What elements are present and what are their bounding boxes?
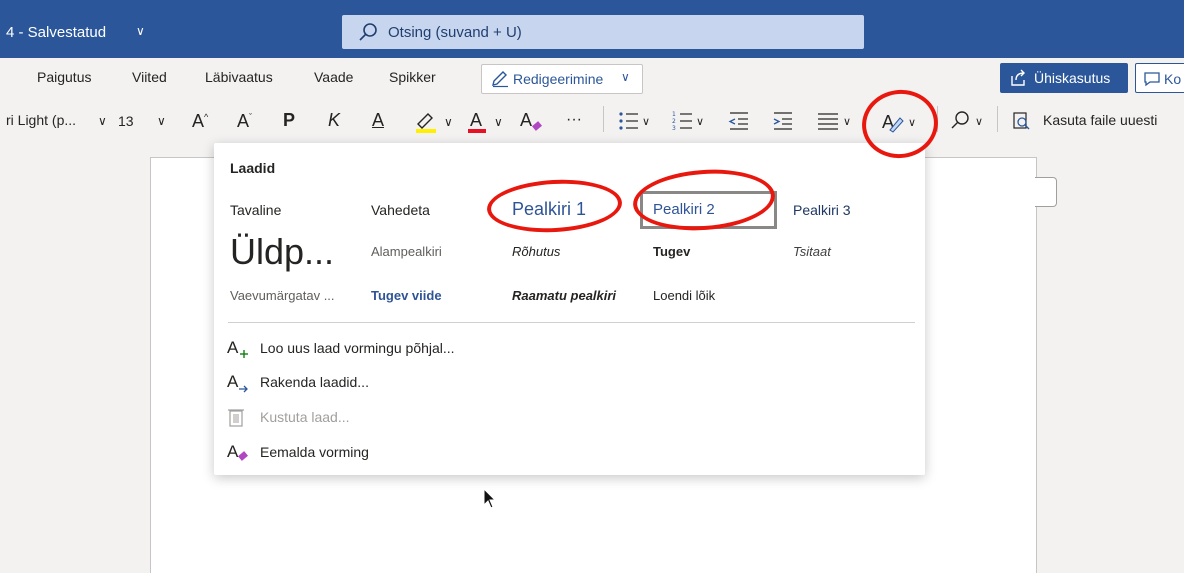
tab-help[interactable]: Spikker bbox=[389, 69, 436, 85]
svg-text:A: A bbox=[227, 442, 239, 461]
numbering-icon[interactable]: 123 ∨ bbox=[672, 110, 706, 132]
create-style-label: Loo uus laad vormingu põhjal... bbox=[260, 340, 455, 356]
toolbar-divider bbox=[997, 106, 998, 132]
svg-text:∨: ∨ bbox=[494, 115, 503, 129]
delete-style-label: Kustuta laad... bbox=[260, 409, 350, 425]
search-icon bbox=[359, 23, 377, 41]
tab-review[interactable]: Läbivaatus bbox=[205, 69, 273, 85]
svg-text:3: 3 bbox=[672, 125, 676, 132]
font-size-select[interactable]: 13 bbox=[118, 114, 134, 128]
underline-button[interactable]: A bbox=[372, 111, 384, 129]
title-bar: 4 - Salvestatud ∨ Otsing (suvand + U) bbox=[0, 0, 1184, 58]
style-no-spacing[interactable]: Vahedeta bbox=[371, 202, 430, 218]
new-style-icon: A bbox=[227, 338, 248, 358]
style-heading-3[interactable]: Pealkiri 3 bbox=[793, 202, 851, 218]
bullets-icon[interactable]: ∨ bbox=[618, 110, 652, 132]
panel-divider bbox=[228, 322, 915, 323]
chevron-down-icon[interactable]: ∨ bbox=[136, 24, 145, 38]
svg-text:1: 1 bbox=[672, 111, 676, 118]
search-box[interactable]: Otsing (suvand + U) bbox=[342, 15, 864, 49]
style-subtle-reference[interactable]: Vaevumärgatav ... bbox=[230, 288, 335, 303]
share-button[interactable]: Ühiskasutus bbox=[1000, 63, 1128, 93]
styles-icon[interactable]: A ∨ bbox=[880, 108, 924, 134]
highlight-icon[interactable]: ∨ bbox=[414, 108, 460, 134]
trash-icon bbox=[228, 409, 244, 427]
font-color-icon[interactable]: A ∨ bbox=[466, 108, 512, 134]
svg-text:A: A bbox=[520, 110, 532, 130]
style-emphasis[interactable]: Rõhutus bbox=[512, 244, 560, 259]
toolbar-divider bbox=[603, 106, 604, 132]
style-subtitle[interactable]: Alampealkiri bbox=[371, 244, 442, 259]
styles-dropdown: Laadid Tavaline Vahedeta Pealkiri 1 Peal… bbox=[214, 143, 925, 475]
svg-text:∨: ∨ bbox=[444, 115, 453, 129]
style-heading-2[interactable]: Pealkiri 2 bbox=[653, 201, 715, 218]
svg-text:A: A bbox=[227, 338, 239, 357]
style-book-title[interactable]: Raamatu pealkiri bbox=[512, 288, 616, 303]
clear-formatting-icon[interactable]: A bbox=[518, 108, 548, 134]
search-placeholder: Otsing (suvand + U) bbox=[388, 24, 522, 41]
pencil-icon bbox=[492, 71, 508, 88]
more-options-button[interactable]: ··· bbox=[566, 112, 582, 128]
increase-indent-icon[interactable] bbox=[772, 110, 794, 132]
share-icon bbox=[1011, 69, 1025, 86]
grow-font-icon[interactable]: A^ bbox=[192, 112, 208, 130]
reuse-files-button[interactable]: Kasuta faile uuesti bbox=[1043, 112, 1157, 128]
find-icon[interactable]: ∨ bbox=[948, 108, 988, 132]
style-normal[interactable]: Tavaline bbox=[230, 202, 281, 218]
share-label: Ühiskasutus bbox=[1034, 70, 1111, 86]
editing-mode-button[interactable]: Redigeerimine ∨ bbox=[481, 64, 643, 94]
decrease-indent-icon[interactable] bbox=[728, 110, 750, 132]
style-quote[interactable]: Tsitaat bbox=[793, 244, 831, 259]
mouse-cursor-icon bbox=[483, 488, 497, 509]
svg-text:2: 2 bbox=[672, 118, 676, 125]
toolbar-divider bbox=[937, 106, 938, 132]
clear-formatting-icon: A bbox=[227, 442, 248, 461]
comments-label: Ko bbox=[1164, 71, 1182, 87]
svg-text:∨: ∨ bbox=[975, 115, 983, 128]
apply-styles-item[interactable]: A Rakenda laadid... bbox=[226, 369, 626, 395]
create-style-item[interactable]: A Loo uus laad vormingu põhjal... bbox=[226, 335, 626, 361]
chevron-down-icon[interactable]: ∨ bbox=[157, 115, 166, 127]
svg-text:A: A bbox=[470, 110, 482, 130]
editing-mode-label: Redigeerimine bbox=[513, 71, 604, 87]
apply-style-icon: A bbox=[227, 372, 248, 393]
shrink-font-icon[interactable]: Aˇ bbox=[237, 112, 252, 130]
apply-styles-label: Rakenda laadid... bbox=[260, 374, 369, 390]
svg-text:∨: ∨ bbox=[696, 115, 704, 128]
page-margin-marker bbox=[1035, 177, 1057, 207]
svg-text:∨: ∨ bbox=[843, 115, 851, 128]
chevron-down-icon: ∨ bbox=[621, 70, 630, 84]
delete-style-item: Kustuta laad... bbox=[226, 404, 626, 430]
comments-button[interactable]: Ko bbox=[1135, 63, 1184, 93]
style-list-paragraph[interactable]: Loendi lõik bbox=[653, 288, 715, 303]
tab-view[interactable]: Vaade bbox=[314, 69, 353, 85]
svg-text:∨: ∨ bbox=[642, 115, 650, 128]
style-intense-reference[interactable]: Tugev viide bbox=[371, 288, 442, 303]
comment-icon bbox=[1144, 72, 1160, 87]
style-heading-1[interactable]: Pealkiri 1 bbox=[512, 199, 586, 220]
formatting-toolbar bbox=[0, 98, 1184, 142]
styles-heading: Laadid bbox=[230, 160, 276, 176]
clear-formatting-item[interactable]: A Eemalda vorming bbox=[226, 439, 626, 465]
bold-button[interactable]: P bbox=[283, 111, 295, 129]
clear-formatting-label: Eemalda vorming bbox=[260, 444, 369, 460]
align-icon[interactable]: ∨ bbox=[816, 110, 856, 132]
svg-text:A: A bbox=[227, 372, 239, 391]
chevron-down-icon[interactable]: ∨ bbox=[98, 115, 107, 127]
style-strong[interactable]: Tugev bbox=[653, 244, 690, 259]
tab-references[interactable]: Viited bbox=[132, 69, 167, 85]
style-title[interactable]: Üldp... bbox=[230, 231, 334, 273]
tab-layout[interactable]: Paigutus bbox=[37, 69, 91, 85]
reuse-files-icon[interactable] bbox=[1011, 111, 1031, 131]
font-name-select[interactable]: ri Light (p... bbox=[6, 112, 110, 128]
svg-text:∨: ∨ bbox=[908, 116, 916, 129]
document-title[interactable]: 4 - Salvestatud bbox=[6, 24, 106, 41]
italic-button[interactable]: K bbox=[328, 111, 340, 129]
